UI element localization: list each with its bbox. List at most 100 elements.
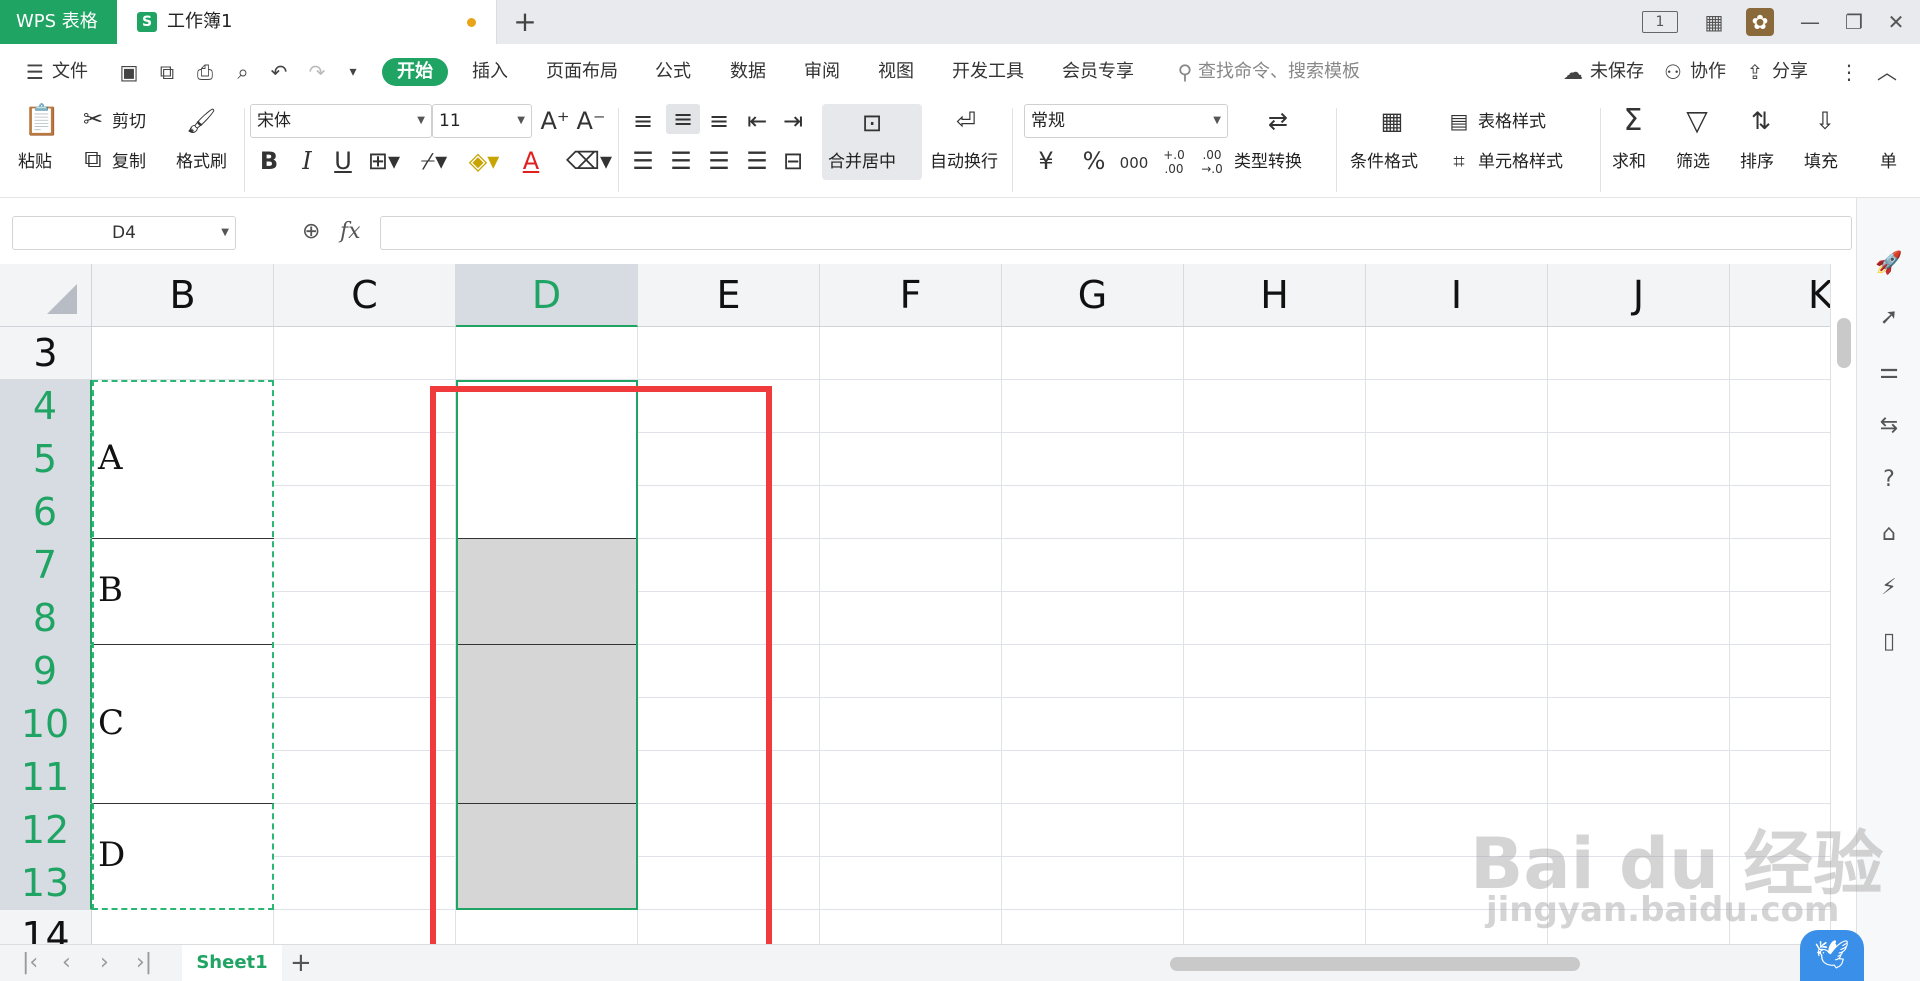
prev-sheet-icon[interactable]: ‹ — [62, 951, 71, 975]
avatar[interactable]: ✿ — [1746, 8, 1774, 36]
cell-style-icon[interactable]: ⌗ — [1446, 146, 1472, 176]
command-search[interactable]: 查找命令、搜索模板 — [1198, 58, 1360, 86]
filter-button[interactable]: 筛选 — [1676, 150, 1710, 174]
tab-developer[interactable]: 开发工具 — [952, 58, 1024, 86]
tab-home[interactable]: 开始 — [382, 58, 448, 86]
align-middle-icon[interactable]: ≡ — [666, 104, 700, 134]
align-bottom-icon[interactable]: ≡ — [706, 106, 732, 136]
tab-data[interactable]: 数据 — [730, 58, 766, 86]
row-header-10[interactable]: 10 — [0, 698, 92, 751]
font-size-select[interactable]: 11 ▼ — [432, 104, 532, 138]
row-header-14[interactable]: 14 — [0, 910, 92, 944]
decrease-decimal-button[interactable]: .00 →.0 — [1194, 148, 1230, 176]
filter-icon[interactable]: ▽ — [1680, 106, 1714, 136]
book-icon[interactable]: ▯ — [1875, 628, 1903, 656]
redo-icon[interactable]: ↷ — [304, 59, 330, 85]
align-right-icon[interactable]: ☰ — [706, 146, 732, 176]
currency-button[interactable]: ¥ — [1030, 146, 1062, 176]
zoom-search-icon[interactable]: ⊕ — [302, 216, 320, 248]
transform-icon[interactable]: ⇆ — [1875, 412, 1903, 440]
close-icon[interactable]: ✕ — [1882, 8, 1910, 36]
cut-icon[interactable]: ✂ — [80, 104, 106, 134]
row-header-12[interactable]: 12 — [0, 804, 92, 857]
format-painter-icon[interactable]: 🖌 — [186, 106, 216, 136]
collapse-ribbon-icon[interactable]: ︿ — [1874, 59, 1900, 85]
sheet-tab-sheet1[interactable]: Sheet1 — [182, 945, 282, 981]
cell-style-button[interactable]: 单元格样式 — [1478, 150, 1563, 174]
cursor-select-icon[interactable]: ➚ — [1875, 304, 1903, 332]
quick-access-dropdown-icon[interactable]: ▾ — [340, 59, 366, 85]
restore-icon[interactable]: ❐ — [1840, 8, 1868, 36]
column-header-h[interactable]: H — [1184, 264, 1366, 327]
tab-view[interactable]: 视图 — [878, 58, 914, 86]
tab-page-layout[interactable]: 页面布局 — [546, 58, 618, 86]
font-color-button[interactable]: A — [518, 146, 544, 176]
sort-icon[interactable]: ⇅ — [1744, 106, 1778, 136]
tab-formulas[interactable]: 公式 — [655, 58, 691, 86]
thousands-button[interactable]: 000 — [1116, 148, 1152, 178]
fx-button[interactable]: fx — [340, 216, 361, 248]
align-center-icon[interactable]: ☰ — [668, 146, 694, 176]
increase-decimal-button[interactable]: +.0 .00 — [1156, 148, 1192, 176]
row-header-4[interactable]: 4 — [0, 380, 92, 433]
outdent-icon[interactable]: ⇤ — [744, 106, 770, 136]
lightning-icon[interactable]: ⚡ — [1875, 574, 1903, 602]
clear-eraser-icon[interactable]: ⌫▾ — [566, 146, 612, 176]
hamburger-icon[interactable]: ☰ — [22, 59, 48, 85]
slider-settings-icon[interactable]: ⚌ — [1875, 358, 1903, 386]
column-header-i[interactable]: I — [1366, 264, 1548, 327]
number-format-select[interactable]: 常规 ▼ — [1024, 104, 1228, 138]
bold-button[interactable]: B — [256, 146, 282, 176]
fill-button[interactable]: 填充 — [1804, 150, 1838, 174]
font-name-select[interactable]: 宋体 ▼ — [250, 104, 432, 138]
sum-button[interactable]: 求和 — [1612, 150, 1646, 174]
format-painter-button[interactable]: 格式刷 — [176, 150, 227, 174]
first-sheet-icon[interactable]: |‹ — [22, 951, 38, 975]
wrap-text-button[interactable]: 自动换行 — [930, 150, 998, 174]
rocket-icon[interactable]: 🚀 — [1875, 250, 1903, 278]
minimize-icon[interactable]: — — [1796, 8, 1824, 36]
column-header-d[interactable]: D — [456, 264, 638, 327]
column-header-c[interactable]: C — [274, 264, 456, 327]
underline-button[interactable]: U — [330, 146, 356, 176]
align-left-icon[interactable]: ☰ — [630, 146, 656, 176]
conditional-format-icon[interactable]: ▦ — [1374, 106, 1410, 136]
undo-icon[interactable]: ↶ — [266, 59, 292, 85]
wrap-text-icon[interactable]: ⏎ — [948, 106, 984, 136]
save-icon[interactable]: ▣ — [116, 59, 142, 85]
column-header-g[interactable]: G — [1002, 264, 1184, 327]
print-preview-icon[interactable]: ⌕ — [230, 59, 256, 85]
column-header-f[interactable]: F — [820, 264, 1002, 327]
decrease-font-icon[interactable]: A⁻ — [576, 106, 606, 136]
column-header-e[interactable]: E — [638, 264, 820, 327]
select-all-corner[interactable] — [0, 264, 92, 327]
distributed-icon[interactable]: ⊟ — [780, 146, 806, 176]
column-header-j[interactable]: J — [1548, 264, 1730, 327]
add-sheet-button[interactable]: + — [290, 947, 312, 979]
align-top-icon[interactable]: ≡ — [630, 106, 656, 136]
tab-review[interactable]: 审阅 — [804, 58, 840, 86]
percent-button[interactable]: % — [1080, 146, 1108, 176]
copy-icon[interactable]: ⧉ — [80, 144, 106, 174]
new-tab-button[interactable]: + — [510, 0, 540, 44]
conditional-format-button[interactable]: 条件格式 — [1350, 150, 1418, 174]
app-tab-wps[interactable]: WPS 表格 — [0, 0, 117, 44]
cell-style-brush-icon[interactable]: ⌿▾ — [416, 146, 452, 176]
justify-icon[interactable]: ☰ — [744, 146, 770, 176]
table-style-button[interactable]: 表格样式 — [1478, 110, 1546, 134]
name-box[interactable]: D4 ▼ — [12, 216, 236, 250]
unsaved-status[interactable]: 未保存 — [1590, 58, 1644, 86]
next-sheet-icon[interactable]: › — [100, 951, 109, 975]
tab-insert[interactable]: 插入 — [472, 58, 508, 86]
cut-button[interactable]: 剪切 — [112, 110, 146, 134]
help-icon[interactable]: ? — [1875, 466, 1903, 494]
collab-button[interactable]: 协作 — [1690, 58, 1726, 86]
increase-font-icon[interactable]: A⁺ — [540, 106, 570, 136]
row-header-11[interactable]: 11 — [0, 751, 92, 804]
borders-icon[interactable]: ⊞▾ — [366, 146, 402, 176]
last-sheet-icon[interactable]: ›| — [136, 951, 152, 975]
italic-button[interactable]: I — [294, 146, 320, 176]
column-header-k[interactable]: K — [1730, 264, 1830, 327]
type-convert-button[interactable]: 类型转换 — [1234, 150, 1302, 174]
tab-member[interactable]: 会员专享 — [1062, 58, 1134, 86]
